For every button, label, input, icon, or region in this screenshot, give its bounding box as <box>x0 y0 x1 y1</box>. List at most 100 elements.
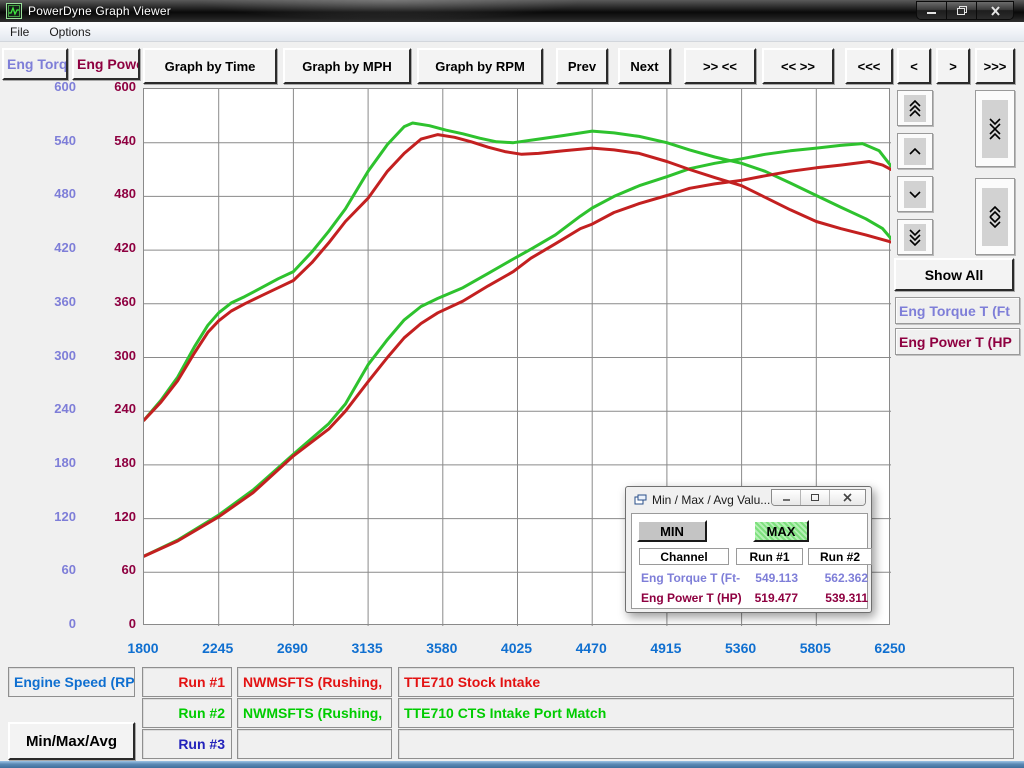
scale-up-fast-button[interactable] <box>897 90 933 126</box>
run2-label: Run #2 <box>142 698 232 728</box>
compress-vertical-button[interactable] <box>975 90 1015 167</box>
powerdyne-window: PowerDyne Graph Viewer File Options Eng … <box>0 0 1024 768</box>
run2-column-header: Run #2 <box>808 548 872 565</box>
torque-channel-label[interactable]: Eng Torque T (Ft <box>895 297 1020 324</box>
run1-file-field[interactable]: NWMSFTS (Rushing, <box>237 667 392 697</box>
minmax-values-window[interactable]: Min / Max / Avg Valu... MIN MAX Channel … <box>625 486 872 613</box>
x-channel-field[interactable]: Engine Speed (RPM <box>8 667 135 697</box>
expand-vertical-button[interactable] <box>975 178 1015 255</box>
scale-down-fast-button[interactable] <box>897 219 933 255</box>
graph-by-rpm-button[interactable]: Graph by RPM <box>417 48 543 84</box>
zoom-out-x-button[interactable]: << >> <box>762 48 834 84</box>
y-axis-tick-label: 600 <box>28 79 76 94</box>
power-row-run2-max: 539.311 <box>808 591 868 605</box>
caption-buttons <box>916 1 1014 20</box>
scroll-right-button[interactable]: > <box>936 48 970 84</box>
run1-column-header: Run #1 <box>736 548 803 565</box>
run1-desc-field[interactable]: TTE710 Stock Intake <box>398 667 1014 697</box>
x-axis-tick-label: 1800 <box>108 640 178 656</box>
expand-vertical-icon <box>982 188 1008 246</box>
x-axis-tick-label: 3580 <box>407 640 477 656</box>
minmax-title-bar[interactable]: Min / Max / Avg Valu... <box>626 487 871 512</box>
y-axis-tick-label: 420 <box>28 240 76 255</box>
y-axis-tick-label: 0 <box>88 616 136 631</box>
graph-by-mph-button[interactable]: Graph by MPH <box>283 48 411 84</box>
y-axis-tick-label: 180 <box>88 455 136 470</box>
zoom-in-x-button[interactable]: >> << <box>684 48 756 84</box>
y-axis-tick-label: 240 <box>28 401 76 416</box>
torque-row-channel: Eng Torque T (Ft- <box>641 571 740 585</box>
x-axis-tick-label: 6250 <box>855 640 925 656</box>
y-axis-tick-label: 540 <box>88 133 136 148</box>
compress-vertical-icon <box>982 100 1008 158</box>
power-channel-label[interactable]: Eng Power T (HP <box>895 328 1020 355</box>
x-axis-tick-label: 2245 <box>183 640 253 656</box>
y-axis-tick-label: 480 <box>28 186 76 201</box>
run3-label: Run #3 <box>142 729 232 759</box>
window-bottom-border <box>0 761 1024 768</box>
run3-desc-field[interactable] <box>398 729 1014 759</box>
y-axis-tick-label: 360 <box>88 294 136 309</box>
minimize-button[interactable] <box>917 2 947 19</box>
max-button[interactable]: MAX <box>753 520 809 542</box>
x-axis-tick-label: 5805 <box>780 640 850 656</box>
x-axis-tick-label: 3135 <box>332 640 402 656</box>
triple-chevron-down-icon <box>904 224 926 251</box>
minmax-restore-button[interactable] <box>801 490 830 505</box>
scroll-fast-left-button[interactable]: <<< <box>845 48 893 84</box>
y-axis-tick-label: 540 <box>28 133 76 148</box>
min-button[interactable]: MIN <box>637 520 707 542</box>
y-axis-tick-label: 120 <box>28 509 76 524</box>
titlebar-gloss <box>180 0 600 22</box>
channel-column-header: Channel <box>639 548 729 565</box>
chevron-up-icon <box>904 138 926 165</box>
minmaxavg-button[interactable]: Min/Max/Avg <box>8 722 135 760</box>
x-axis-tick-label: 4470 <box>556 640 626 656</box>
scale-up-button[interactable] <box>897 133 933 169</box>
y-axis-tick-label: 300 <box>88 348 136 363</box>
power-row-channel: Eng Power T (HP) <box>641 591 742 605</box>
scroll-left-button[interactable]: < <box>897 48 931 84</box>
torque-row-run2-max: 562.362 <box>808 571 868 585</box>
y-axis-tick-label: 180 <box>28 455 76 470</box>
y-axis-tick-label: 240 <box>88 401 136 416</box>
y-axis-tick-label: 300 <box>28 348 76 363</box>
minmax-close-button[interactable] <box>830 490 865 505</box>
graph-by-time-button[interactable]: Graph by Time <box>143 48 277 84</box>
scale-down-button[interactable] <box>897 176 933 212</box>
run2-file-field[interactable]: NWMSFTS (Rushing, <box>237 698 392 728</box>
next-button[interactable]: Next <box>618 48 671 84</box>
minmax-caption-buttons <box>771 489 866 506</box>
prev-button[interactable]: Prev <box>556 48 608 84</box>
x-axis-tick-label: 5360 <box>706 640 776 656</box>
scroll-fast-right-button[interactable]: >>> <box>975 48 1015 84</box>
minmax-window-title: Min / Max / Avg Valu... <box>652 493 770 507</box>
run3-file-field[interactable] <box>237 729 392 759</box>
run1-label: Run #1 <box>142 667 232 697</box>
y-axis-tick-label: 120 <box>88 509 136 524</box>
x-axis-tick-label: 4915 <box>631 640 701 656</box>
run2-desc-field[interactable]: TTE710 CTS Intake Port Match <box>398 698 1014 728</box>
triple-chevron-up-icon <box>904 95 926 122</box>
title-bar[interactable]: PowerDyne Graph Viewer <box>0 0 1024 22</box>
chevron-down-icon <box>904 181 926 208</box>
show-all-button[interactable]: Show All <box>894 258 1014 291</box>
maximize-button[interactable] <box>947 2 977 19</box>
y-axis-tick-label: 360 <box>28 294 76 309</box>
y-axis-tick-label: 60 <box>28 562 76 577</box>
x-axis-tick-label: 4025 <box>482 640 552 656</box>
y-axis-tick-label: 0 <box>28 616 76 631</box>
power-row-run1-max: 519.477 <box>738 591 798 605</box>
y-axis-tick-label: 600 <box>88 79 136 94</box>
y-axis-tick-label: 420 <box>88 240 136 255</box>
menu-bar: File Options <box>0 22 1024 42</box>
y-axis-tick-label: 480 <box>88 186 136 201</box>
x-axis-tick-label: 2690 <box>257 640 327 656</box>
torque-row-run1-max: 549.113 <box>738 571 798 585</box>
y-axis-tick-label: 60 <box>88 562 136 577</box>
minmax-minimize-button[interactable] <box>772 490 801 505</box>
close-button[interactable] <box>977 2 1013 19</box>
app-icon <box>6 3 22 19</box>
torque-axis-labels: 0 60 120 180 240 300 360 420 480 540 600 <box>28 0 76 768</box>
minmax-window-icon <box>634 494 647 506</box>
